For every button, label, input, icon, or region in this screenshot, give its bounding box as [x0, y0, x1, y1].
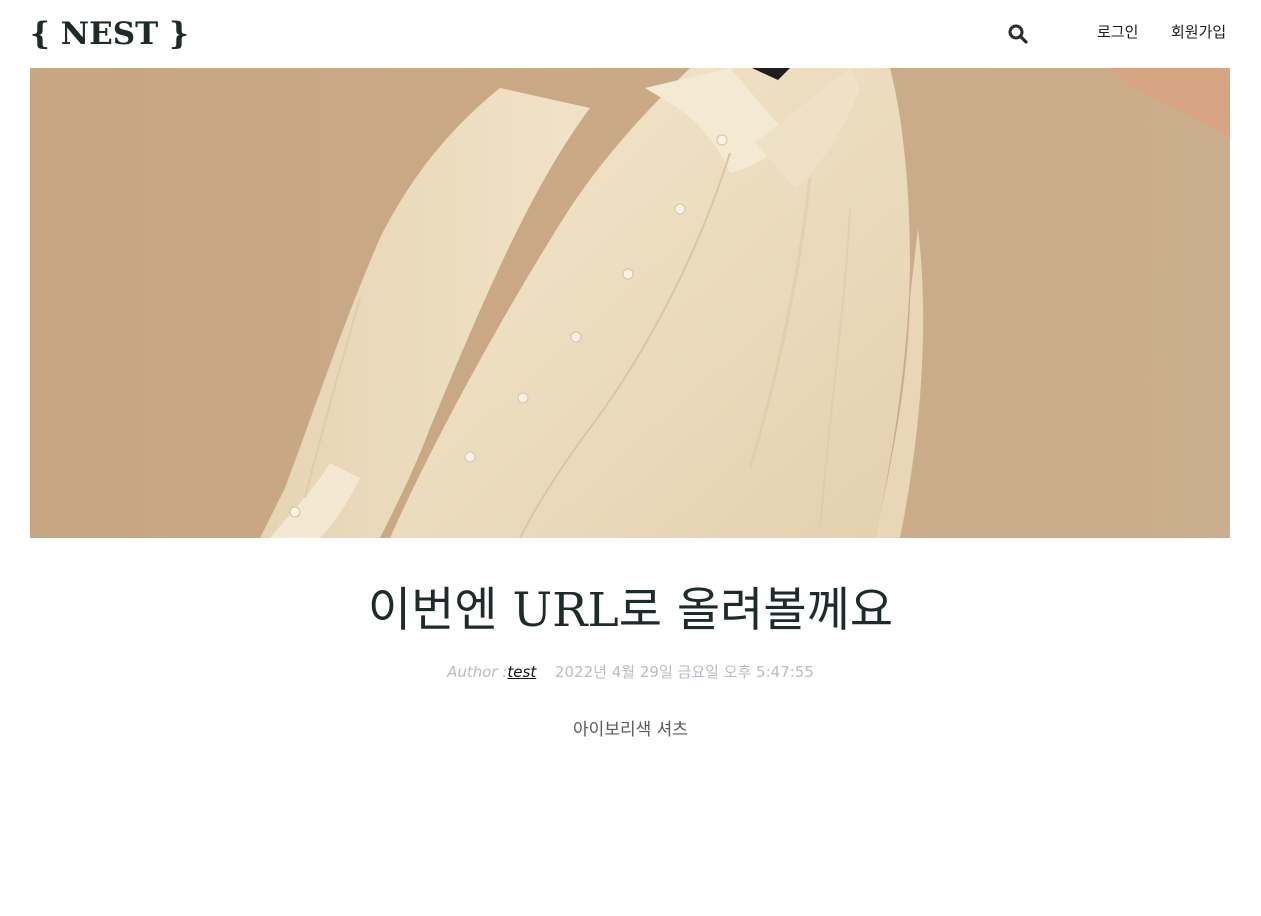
- post-date: 2022년 4월 29일 금요일 오후 5:47:55: [555, 663, 814, 681]
- post-title: 이번엔 URL로 올려볼께요: [367, 583, 894, 638]
- site-header: { NEST } 로그인 회원가입: [0, 0, 1261, 68]
- post-body: 아이보리색 셔츠: [573, 720, 688, 740]
- site-logo[interactable]: { NEST }: [30, 14, 189, 54]
- author-link[interactable]: test: [507, 663, 536, 681]
- login-link[interactable]: 로그인: [1097, 22, 1138, 42]
- search-icon[interactable]: [1006, 22, 1030, 46]
- signup-link[interactable]: 회원가입: [1171, 22, 1226, 42]
- post-meta: Author :test 2022년 4월 29일 금요일 오후 5:47:55: [0, 661, 1261, 683]
- hero-image: [30, 68, 1230, 538]
- author-label: Author :: [447, 663, 508, 681]
